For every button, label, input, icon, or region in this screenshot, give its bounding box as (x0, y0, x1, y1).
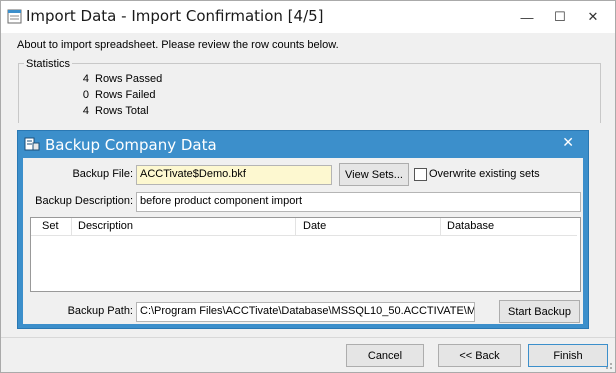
stat-count: 4 (82, 105, 89, 117)
backup-sets-table[interactable]: Set Description Date Database (30, 217, 581, 292)
statistics-legend: Statistics (24, 58, 73, 70)
start-backup-button[interactable]: Start Backup (499, 300, 580, 323)
view-sets-button[interactable]: View Sets... (339, 163, 409, 186)
column-header-set[interactable]: Set (42, 220, 59, 232)
stat-label: Rows Passed (95, 73, 163, 85)
dialog-close-icon[interactable]: ✕ (562, 134, 574, 151)
close-button[interactable]: ✕ (579, 5, 607, 29)
close-icon: ✕ (587, 9, 599, 24)
backup-path-label: Backup Path: (67, 305, 133, 317)
overwrite-existing-checkbox[interactable] (414, 168, 427, 181)
maximize-button[interactable]: ☐ (546, 5, 574, 29)
back-button[interactable]: << Back (438, 344, 521, 367)
resize-grip-icon[interactable] (603, 360, 613, 370)
backup-description-input[interactable]: before product component import (136, 192, 581, 212)
backup-description-label: Backup Description: (35, 195, 133, 207)
stat-row-passed: 4 Rows Passed (59, 73, 162, 85)
import-data-window: Import Data - Import Confirmation [4/5] … (0, 0, 616, 373)
stat-row-failed: 0 Rows Failed (59, 89, 156, 101)
table-header: Set Description Date Database (31, 218, 577, 236)
stat-label: Rows Total (95, 105, 149, 117)
statistics-group: Statistics 4 Rows Passed 0 Rows Failed 4 Ro… (18, 58, 601, 123)
intro-text: About to import spreadsheet. Please revi… (17, 39, 339, 51)
window-title: Import Data - Import Confirmation [4/5] (26, 7, 324, 25)
finish-button[interactable]: Finish (528, 344, 608, 367)
minimize-button[interactable]: — (513, 5, 541, 29)
backup-path-input[interactable]: C:\Program Files\ACCTivate\Database\MSSQ… (136, 302, 475, 322)
backup-file-input[interactable]: ACCTivate$Demo.bkf (136, 165, 332, 185)
stat-count: 4 (82, 73, 89, 85)
overwrite-existing-label: Overwrite existing sets (429, 168, 540, 180)
minimize-icon: — (520, 9, 534, 25)
maximize-icon: ☐ (554, 9, 566, 24)
footer-divider (1, 337, 615, 338)
backup-file-label: Backup File: (72, 168, 133, 180)
column-divider (71, 218, 72, 236)
cancel-button[interactable]: Cancel (346, 344, 424, 367)
title-bar: Import Data - Import Confirmation [4/5] … (1, 1, 615, 33)
dialog-body: Backup File: ACCTivate$Demo.bkf View Set… (23, 158, 583, 324)
column-header-description[interactable]: Description (78, 220, 133, 232)
column-divider (440, 218, 441, 236)
backup-database-icon (24, 137, 40, 151)
column-header-database[interactable]: Database (447, 220, 494, 232)
stat-label: Rows Failed (95, 89, 156, 101)
import-data-icon (7, 9, 22, 24)
column-divider (295, 218, 296, 236)
dialog-title: Backup Company Data (45, 136, 217, 154)
stat-count: 0 (82, 89, 89, 101)
column-header-date[interactable]: Date (303, 220, 326, 232)
stat-row-total: 4 Rows Total (59, 105, 149, 117)
dialog-title-bar: Backup Company Data ✕ (18, 131, 588, 157)
backup-company-data-dialog: Backup Company Data ✕ Backup File: ACCTi… (17, 130, 589, 329)
